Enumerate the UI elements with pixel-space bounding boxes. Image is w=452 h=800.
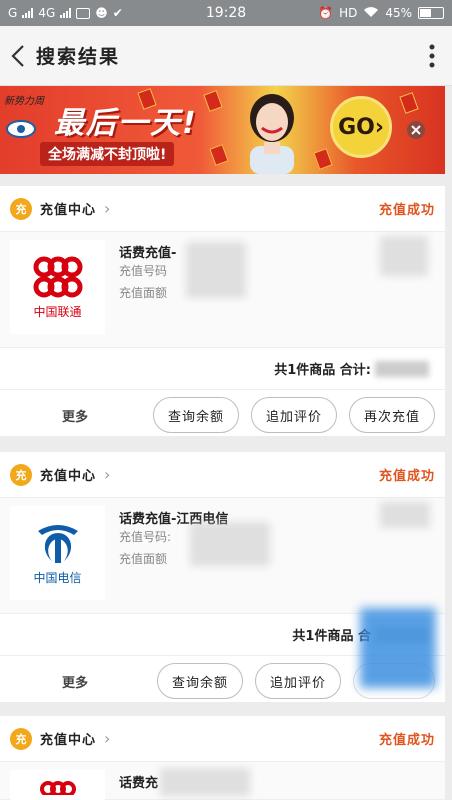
android-icon: ☻ [95, 6, 108, 20]
recharge-number-label: 充值号码 [119, 264, 168, 278]
chevron-right-icon[interactable]: › [104, 729, 110, 748]
redacted-region [190, 522, 270, 566]
hd-label: HD [339, 6, 358, 20]
overflow-menu-button[interactable] [412, 26, 452, 86]
signal-icon [22, 8, 34, 18]
redacted-region [360, 608, 436, 688]
order-card: 充 充值中心 › 充值成功 中国联通 话费充值- 充值号码 充值面额 共1件商品… [0, 186, 445, 436]
product-name: 话费充 [119, 776, 159, 791]
wifi-icon [363, 6, 379, 21]
add-review-button[interactable]: 追加评价 [250, 397, 337, 433]
order-status: 充值成功 [378, 733, 435, 748]
product-row[interactable]: 中国联通 话费充值- 充值号码 充值面额 [0, 232, 445, 348]
order-actions: 更多 查询余额 追加评价 再次充值 [0, 390, 445, 440]
check-icon: ✔ [112, 6, 123, 20]
page-title: 搜索结果 [36, 46, 121, 68]
redacted-region [380, 502, 430, 528]
chevron-right-icon[interactable]: › [104, 465, 110, 484]
go-button[interactable]: GO› [330, 96, 392, 158]
order-status: 充值成功 [378, 469, 435, 484]
red-packet-icon [399, 92, 419, 114]
banner-subline: 全场满减不封顶啦! [40, 142, 175, 166]
store-name[interactable]: 充值中心 [40, 465, 96, 484]
store-name[interactable]: 充值中心 [40, 729, 96, 748]
status-bar: G 4G ☻ ✔ 19:28 ⏰ HD 45% [0, 0, 452, 26]
red-packet-icon [313, 148, 333, 170]
add-review-button[interactable]: 追加评价 [254, 663, 341, 699]
red-packet-icon [209, 144, 229, 166]
unicom-knot-icon [33, 256, 82, 297]
chevron-left-icon [11, 44, 24, 67]
order-card: 充 充值中心 › 充值成功 话费充 [0, 716, 445, 800]
battery-icon [418, 7, 444, 19]
app-header: 搜索结果 [0, 26, 452, 86]
recharge-again-button[interactable]: 再次充值 [348, 397, 435, 433]
recharge-amount-label: 充值面额 [119, 286, 168, 300]
store-name[interactable]: 充值中心 [40, 199, 96, 218]
battery-percent: 45% [385, 6, 412, 20]
recharge-badge-icon: 充 [10, 463, 32, 486]
network-label: 4G [38, 6, 56, 20]
unicom-knot-icon [39, 781, 76, 795]
banner-headline: 最后一天! [54, 106, 198, 141]
telecom-emblem-icon [37, 524, 78, 563]
check-balance-button[interactable]: 查询余额 [152, 397, 239, 433]
redacted-amount [375, 360, 429, 377]
product-name: 话费充值- [119, 246, 177, 261]
unicom-logo [10, 770, 105, 800]
redacted-region [186, 242, 246, 298]
carrier-logo-text: 中国联通 [33, 304, 82, 319]
product-row[interactable]: 话费充 [0, 762, 445, 800]
promo-banner[interactable]: 新势力周 最后一天! 全场满减不封顶啦! GO› [0, 86, 445, 174]
banner-close-button[interactable] [406, 120, 426, 144]
banner-brand: 新势力周 [4, 96, 44, 107]
model-photo [250, 94, 294, 174]
more-link[interactable]: 更多 [62, 406, 88, 425]
close-icon [407, 121, 425, 139]
back-button[interactable] [0, 26, 36, 86]
chevron-right-icon[interactable]: › [104, 199, 110, 218]
order-total: 共1件商品 合计: [0, 348, 445, 390]
eye-icon [6, 120, 36, 138]
red-packet-icon [203, 90, 223, 112]
unicom-logo: 中国联通 [10, 240, 105, 334]
product-row[interactable]: 中国电信 话费充值-江西电信 充值号码: 充值面额 [0, 498, 445, 614]
more-vertical-icon [429, 44, 435, 67]
alarm-icon: ⏰ [318, 6, 334, 20]
redacted-region [380, 236, 428, 276]
signal-icon-2 [60, 8, 72, 18]
total-text: 共1件商品 合计: [274, 363, 371, 378]
check-balance-button[interactable]: 查询余额 [156, 663, 243, 699]
recharge-badge-icon: 充 [10, 197, 32, 220]
order-card: 充 充值中心 › 充值成功 中国电信 话费充值-江西电信 充值号码: 充值面额 … [0, 452, 445, 702]
recharge-badge-icon: 充 [10, 727, 32, 750]
more-link[interactable]: 更多 [62, 672, 88, 691]
carrier-logo-text: 中国电信 [33, 570, 82, 585]
redacted-region [160, 768, 250, 796]
telecom-logo: 中国电信 [10, 506, 105, 600]
notification-icon [76, 7, 91, 19]
carrier-label: G [8, 6, 18, 20]
order-status: 充值成功 [378, 203, 435, 218]
